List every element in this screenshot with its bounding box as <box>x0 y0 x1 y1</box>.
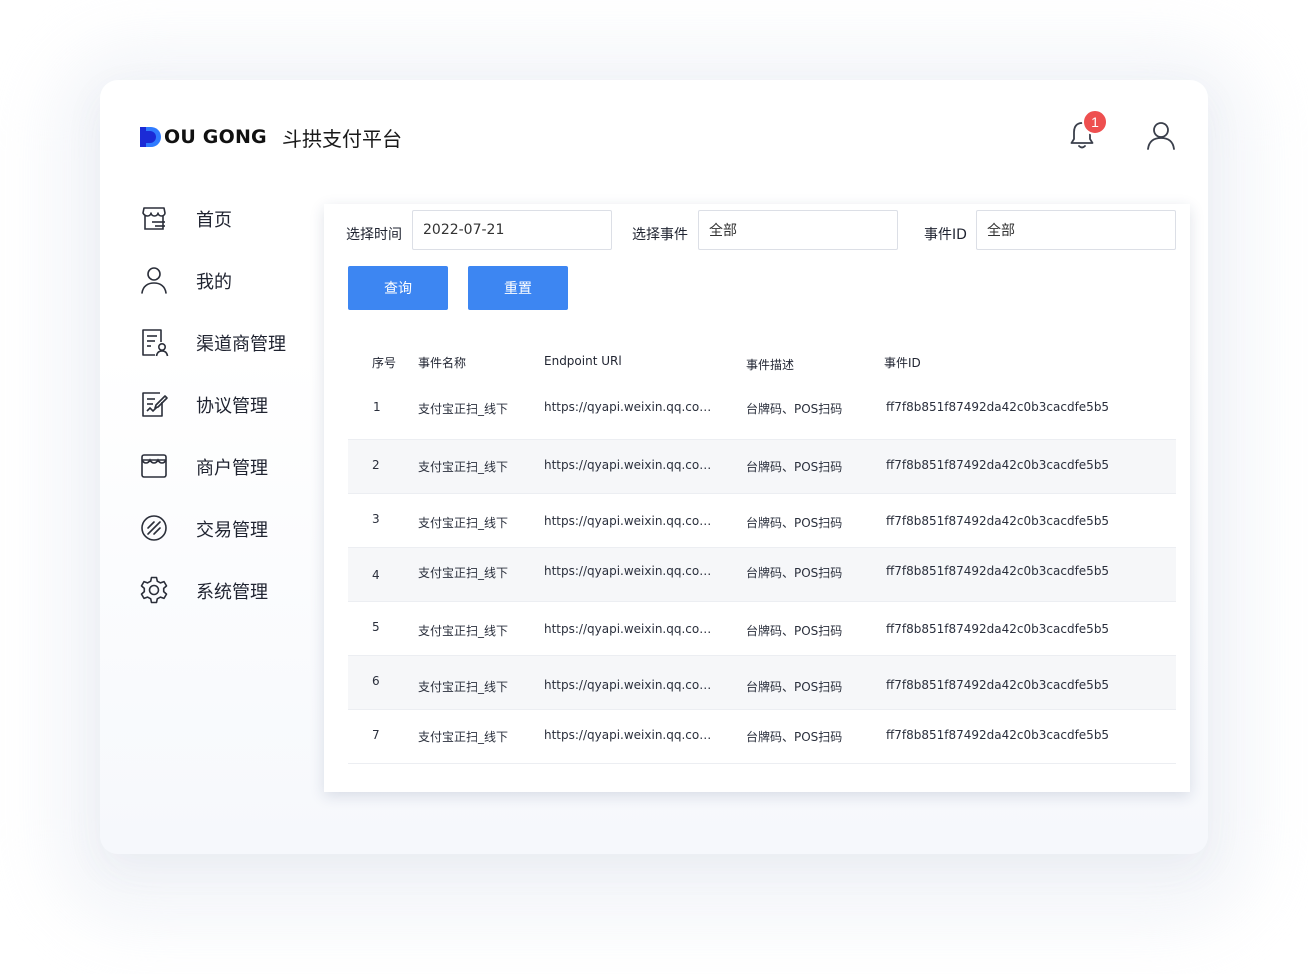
cell-id: ff7f8b851f87492da42c0b3cacdfe5b5 <box>886 564 1110 578</box>
sidebar-item-agreement[interactable]: 协议管理 <box>138 388 268 420</box>
platform-name: 斗拱支付平台 <box>282 127 402 151</box>
cell-endpoint: https://qyapi.weixin.qq.com/… <box>544 678 720 692</box>
cell-name: 支付宝正扫_线下 <box>418 730 509 744</box>
reset-button[interactable]: 重置 <box>468 266 568 310</box>
sidebar-item-transaction[interactable]: 交易管理 <box>138 512 268 544</box>
cell-id: ff7f8b851f87492da42c0b3cacdfe5b5 <box>886 622 1110 636</box>
table-header-name: 事件名称 <box>418 356 467 370</box>
cell-no: 6 <box>372 674 380 688</box>
table-row[interactable]: 6 支付宝正扫_线下 https://qyapi.weixin.qq.com/…… <box>348 656 1176 710</box>
sidebar-item-system[interactable]: 系统管理 <box>138 574 268 606</box>
sidebar-item-home[interactable]: 首页 <box>138 202 232 234</box>
filter-event-label: 选择事件 <box>632 227 688 243</box>
table-header-id: 事件ID <box>884 356 921 370</box>
user-avatar-icon[interactable] <box>1144 118 1178 152</box>
cell-name: 支付宝正扫_线下 <box>418 624 509 638</box>
cell-no: 4 <box>372 568 380 582</box>
table-row[interactable]: 3 支付宝正扫_线下 https://qyapi.weixin.qq.com/…… <box>348 494 1176 548</box>
cell-endpoint: https://qyapi.weixin.qq.com/… <box>544 622 720 636</box>
table-header-desc: 事件描述 <box>746 358 795 372</box>
cell-id: ff7f8b851f87492da42c0b3cacdfe5b5 <box>886 678 1110 692</box>
sidebar-item-label: 首页 <box>196 210 232 231</box>
query-button[interactable]: 查询 <box>348 266 448 310</box>
table-row[interactable]: 4 支付宝正扫_线下 https://qyapi.weixin.qq.com/…… <box>348 548 1176 602</box>
cell-desc: 台牌码、POS扫码 <box>746 730 843 744</box>
cell-no: 5 <box>372 620 380 634</box>
cell-no: 2 <box>372 458 380 472</box>
cell-endpoint: https://qyapi.weixin.qq.com/… <box>544 400 720 414</box>
cell-id: ff7f8b851f87492da42c0b3cacdfe5b5 <box>886 514 1110 528</box>
sidebar-item-label: 交易管理 <box>196 520 268 541</box>
sidebar-item-merchant[interactable]: 商户管理 <box>138 450 268 482</box>
filter-event-id-label: 事件ID <box>924 227 967 243</box>
cell-name: 支付宝正扫_线下 <box>418 460 509 474</box>
cell-id: ff7f8b851f87492da42c0b3cacdfe5b5 <box>886 458 1110 472</box>
cell-id: ff7f8b851f87492da42c0b3cacdfe5b5 <box>886 728 1110 742</box>
cell-desc: 台牌码、POS扫码 <box>746 460 843 474</box>
cell-no: 7 <box>372 728 380 742</box>
storefront-home-icon <box>142 207 166 230</box>
cell-desc: 台牌码、POS扫码 <box>746 516 843 530</box>
document-user-icon <box>142 329 169 357</box>
cell-name: 支付宝正扫_线下 <box>418 516 509 530</box>
table-header-endpoint: Endpoint URl <box>544 354 622 368</box>
sidebar-item-label: 渠道商管理 <box>196 334 286 355</box>
filter-time-label: 选择时间 <box>346 227 402 243</box>
filter-time-input[interactable] <box>412 210 612 250</box>
logo-mark-icon <box>140 127 161 147</box>
sidebar-item-mine[interactable]: 我的 <box>138 264 232 296</box>
filter-event-id-input[interactable] <box>976 210 1176 250</box>
brand-logo[interactable]: OU GONG <box>140 126 267 148</box>
cell-no: 1 <box>373 400 381 414</box>
table-row[interactable]: 5 支付宝正扫_线下 https://qyapi.weixin.qq.com/…… <box>348 602 1176 656</box>
cell-endpoint: https://qyapi.weixin.qq.com/… <box>544 564 720 578</box>
cell-name: 支付宝正扫_线下 <box>418 566 509 580</box>
cell-id: ff7f8b851f87492da42c0b3cacdfe5b5 <box>886 400 1110 414</box>
cell-name: 支付宝正扫_线下 <box>418 402 509 416</box>
sidebar-item-channel[interactable]: 渠道商管理 <box>138 326 286 358</box>
notification-badge: 1 <box>1082 109 1108 135</box>
table-row[interactable]: 1 支付宝正扫_线下 https://qyapi.weixin.qq.com/…… <box>348 386 1176 440</box>
cell-endpoint: https://qyapi.weixin.qq.com/… <box>544 728 720 742</box>
cell-desc: 台牌码、POS扫码 <box>746 402 843 416</box>
table-row[interactable]: 7 支付宝正扫_线下 https://qyapi.weixin.qq.com/…… <box>348 710 1176 764</box>
cell-desc: 台牌码、POS扫码 <box>746 680 843 694</box>
cell-no: 3 <box>372 512 380 526</box>
gear-icon <box>140 576 168 604</box>
sidebar-item-label: 系统管理 <box>196 582 268 603</box>
logo-text: OU GONG <box>164 126 267 148</box>
table-header-no: 序号 <box>372 356 397 370</box>
shop-icon <box>141 454 167 478</box>
cell-endpoint: https://qyapi.weixin.qq.com/… <box>544 514 720 528</box>
table-row[interactable]: 2 支付宝正扫_线下 https://qyapi.weixin.qq.com/…… <box>348 440 1176 494</box>
event-list-panel: 选择时间 选择事件 事件ID 查询 重置 序号 事件名称 Endpoint UR… <box>324 204 1190 792</box>
filter-event-select[interactable] <box>698 210 898 250</box>
transaction-circle-icon <box>141 515 167 541</box>
user-icon <box>141 267 167 294</box>
sidebar-item-label: 我的 <box>196 272 232 293</box>
cell-name: 支付宝正扫_线下 <box>418 680 509 694</box>
sidebar-item-label: 商户管理 <box>196 458 268 479</box>
app-window: OU GONG 斗拱支付平台 1 首页 我的 渠道商管理 协议管理 商户管理 交… <box>100 80 1208 854</box>
agreement-edit-icon <box>142 392 168 417</box>
cell-endpoint: https://qyapi.weixin.qq.com/… <box>544 458 720 472</box>
sidebar-item-label: 协议管理 <box>196 396 268 417</box>
cell-desc: 台牌码、POS扫码 <box>746 624 843 638</box>
cell-desc: 台牌码、POS扫码 <box>746 566 843 580</box>
